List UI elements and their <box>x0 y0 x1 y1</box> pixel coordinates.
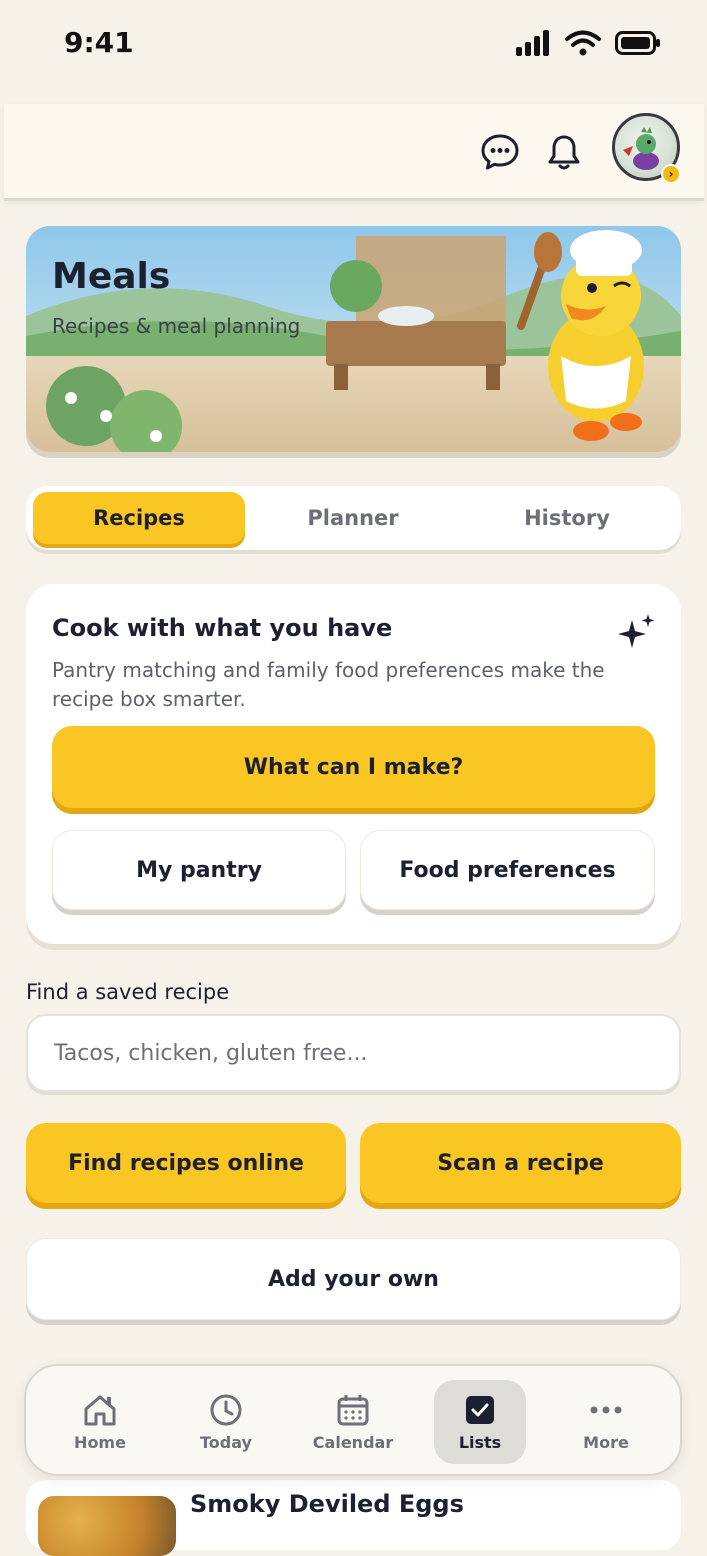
status-time: 9:41 <box>64 26 134 59</box>
search-field <box>26 1014 681 1092</box>
home-icon <box>84 1395 116 1425</box>
notifications-bell-icon[interactable] <box>544 132 584 172</box>
page-title: Meals <box>52 256 171 297</box>
food-preferences-button[interactable]: Food preferences <box>360 830 655 910</box>
battery-icon <box>615 31 660 55</box>
what-can-i-make-button[interactable]: What can I make? <box>52 726 655 808</box>
nav-item-more[interactable]: More <box>560 1380 652 1464</box>
nav-label-today: Today <box>200 1432 252 1452</box>
calendar-icon <box>337 1394 369 1425</box>
status-icons <box>515 30 661 56</box>
nav-item-calendar[interactable]: Calendar <box>307 1380 399 1464</box>
messages-icon[interactable] <box>480 132 520 172</box>
tab-planner[interactable]: Planner <box>247 492 459 544</box>
checkbox-icon <box>466 1395 494 1424</box>
avatar-chevron-badge: › <box>661 164 681 184</box>
nav-label-home: Home <box>74 1432 126 1452</box>
page-subtitle: Recipes & meal planning <box>52 314 301 338</box>
wifi-icon <box>565 30 601 56</box>
find-recipes-online-button[interactable]: Find recipes online <box>26 1123 346 1203</box>
recipe-name: Smoky Deviled Eggs <box>190 1490 464 1518</box>
card-title: Cook with what you have <box>52 614 393 642</box>
more-icon <box>590 1406 622 1413</box>
nav-label-calendar: Calendar <box>312 1432 394 1452</box>
tab-history[interactable]: History <box>461 492 673 544</box>
scan-recipe-button[interactable]: Scan a recipe <box>360 1123 681 1203</box>
add-your-own-button[interactable]: Add your own <box>26 1238 681 1320</box>
tab-recipes[interactable]: Recipes <box>33 492 245 544</box>
nav-label-lists: Lists <box>458 1432 502 1452</box>
search-label: Find a saved recipe <box>26 980 230 1004</box>
signal-icon <box>516 30 549 56</box>
nav-item-home[interactable]: Home <box>54 1380 146 1464</box>
card-description: Pantry matching and family food preferen… <box>52 658 605 711</box>
clock-icon <box>210 1394 242 1425</box>
nav-label-more: More <box>583 1432 629 1452</box>
recipe-thumbnail <box>38 1496 176 1556</box>
sparkles-icon <box>614 612 658 660</box>
nav-item-today[interactable]: Today <box>180 1380 272 1464</box>
my-pantry-button[interactable]: My pantry <box>52 830 346 910</box>
nav-item-lists[interactable]: Lists <box>434 1380 526 1464</box>
top-header <box>4 104 704 201</box>
recipe-search-input[interactable] <box>28 1016 679 1090</box>
